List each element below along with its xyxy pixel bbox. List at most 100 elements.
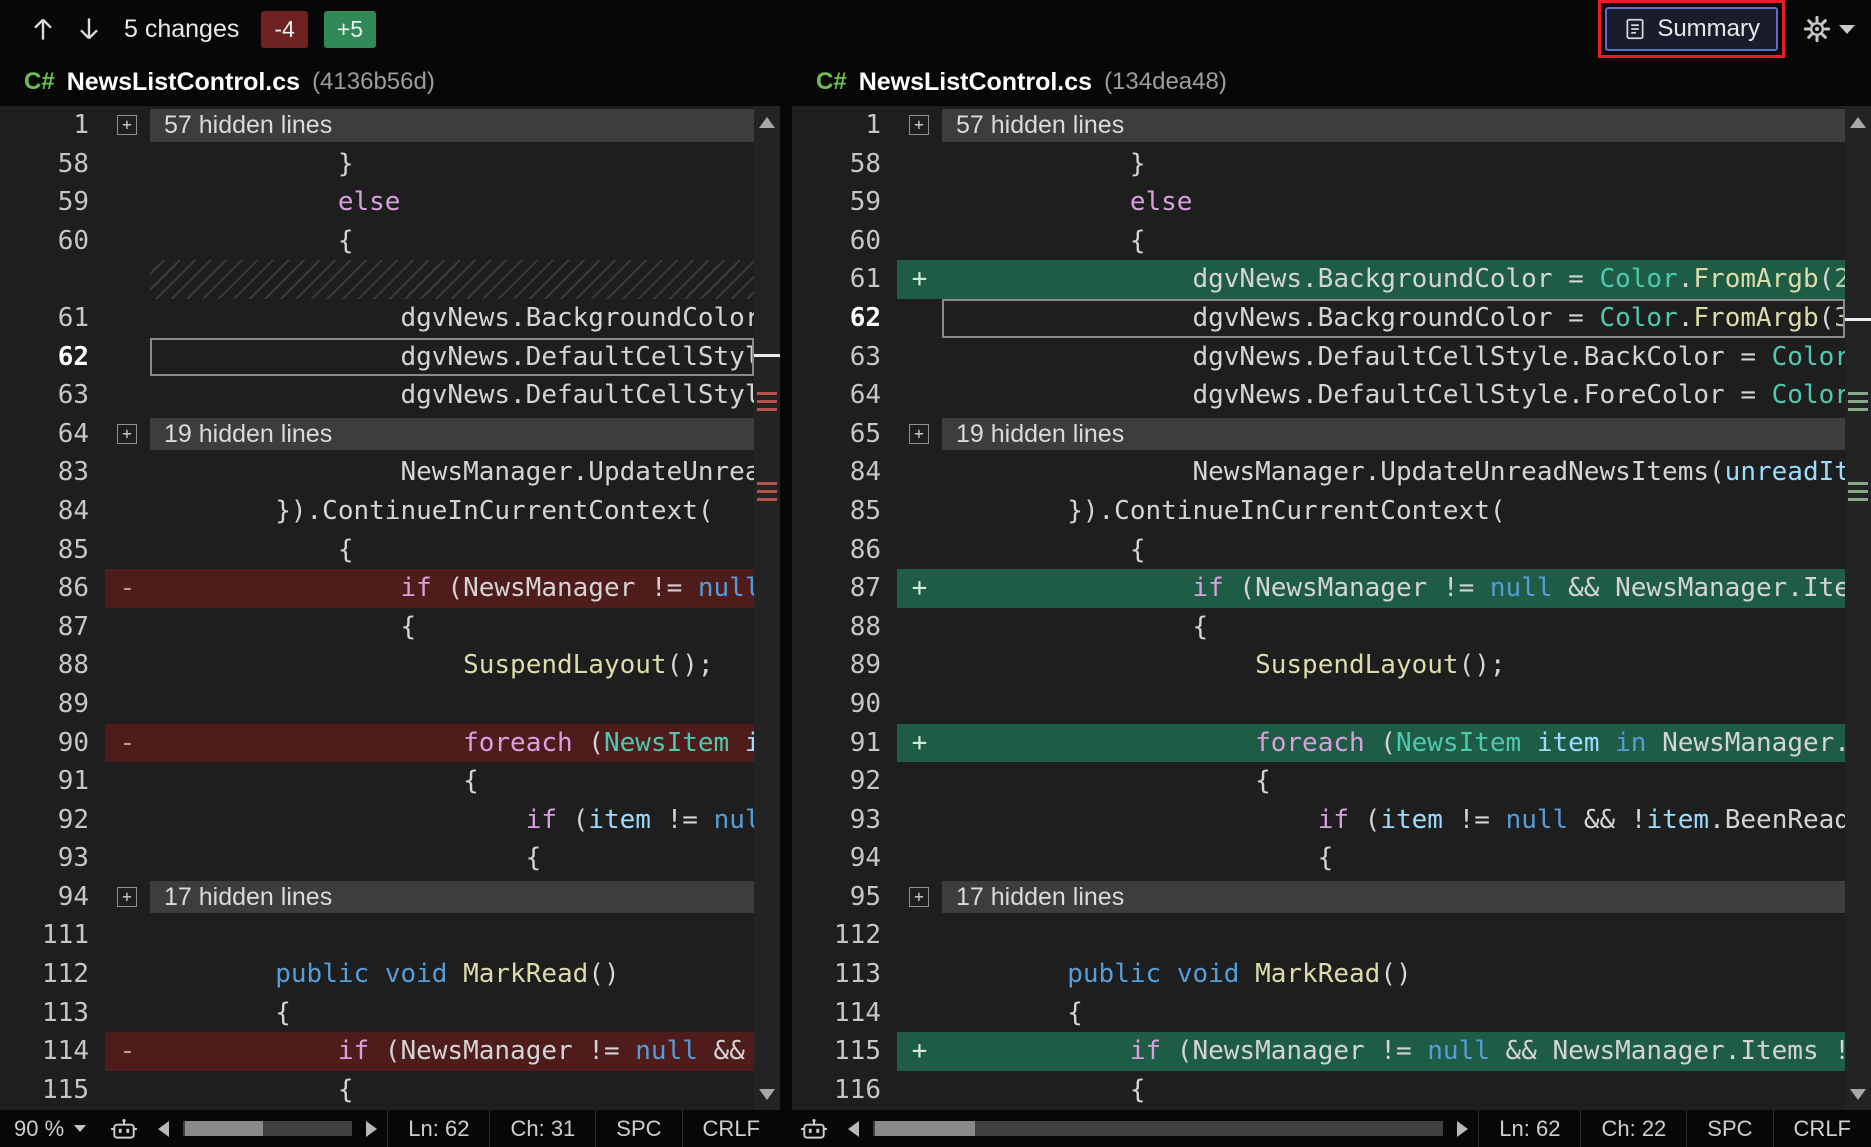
code-line[interactable]: { — [150, 1071, 754, 1110]
expand-region-gutter[interactable]: + — [105, 106, 150, 145]
hscroll-left-arrow-icon[interactable] — [848, 1121, 859, 1137]
code-line[interactable]: public void MarkRead() — [942, 955, 1845, 994]
code-line[interactable]: }).ContinueInCurrentContext( — [150, 492, 754, 531]
expand-region-gutter[interactable]: + — [897, 878, 942, 917]
hidden-lines-bar[interactable]: 57 hidden lines — [942, 109, 1845, 142]
code-line[interactable]: } — [942, 145, 1845, 184]
expand-icon[interactable]: + — [117, 115, 137, 135]
code-line[interactable] — [150, 685, 754, 724]
code-line[interactable]: else — [942, 183, 1845, 222]
code-line[interactable]: dgvNews.BackgroundColor = Color.FromArgb… — [942, 299, 1845, 338]
line-ending-indicator[interactable]: CRLF — [682, 1110, 780, 1147]
whitespace-mode-indicator[interactable]: SPC — [1686, 1110, 1772, 1147]
change-marker — [757, 408, 777, 411]
hidden-lines-bar[interactable]: 17 hidden lines — [150, 881, 754, 914]
hidden-lines-bar[interactable]: 19 hidden lines — [150, 418, 754, 451]
expand-region-gutter[interactable]: + — [897, 106, 942, 145]
previous-change-button[interactable] — [20, 6, 66, 52]
code-editor-left[interactable]: 1+57 hidden lines58 }59 else60 {61 dgvNe… — [0, 106, 754, 1110]
line-indicator[interactable]: Ln: 62 — [387, 1110, 489, 1147]
vertical-scrollbar-right[interactable] — [1845, 106, 1871, 1110]
vertical-scrollbar-left[interactable] — [754, 106, 780, 1110]
hscroll-right-arrow-icon[interactable] — [1457, 1121, 1468, 1137]
whitespace-mode-indicator[interactable]: SPC — [595, 1110, 681, 1147]
settings-gear-icon[interactable] — [1803, 15, 1831, 43]
scroll-down-arrow-icon[interactable] — [1845, 1081, 1871, 1107]
code-line[interactable]: if (item != null && !item.BeenRead) — [150, 801, 754, 840]
line-ending-indicator[interactable]: CRLF — [1773, 1110, 1871, 1147]
expand-icon[interactable]: + — [117, 887, 137, 907]
code-line[interactable]: { — [942, 839, 1845, 878]
code-line[interactable] — [150, 916, 754, 955]
code-line[interactable]: dgvNews.DefaultCellStyle.BackColor = Col… — [150, 338, 754, 377]
code-line[interactable]: if (NewsManager != null) — [150, 569, 754, 608]
code-line[interactable]: NewsManager.UpdateUnreadNewsItems(unread… — [150, 453, 754, 492]
code-line[interactable]: NewsManager.UpdateUnreadNewsItems(unread… — [942, 453, 1845, 492]
code-line[interactable]: else — [150, 183, 754, 222]
next-change-button[interactable] — [66, 6, 112, 52]
code-line[interactable]: foreach (NewsItem item in items) — [150, 724, 754, 763]
code-line[interactable]: { — [150, 531, 754, 570]
code-line[interactable]: dgvNews.BackgroundColor = Color.FromArgb… — [942, 260, 1845, 299]
hidden-lines-bar[interactable]: 17 hidden lines — [942, 881, 1845, 914]
code-editor-right[interactable]: 1+57 hidden lines58 }59 else60 {61+ dgvN… — [792, 106, 1845, 1110]
code-line[interactable]: if (NewsManager != null && NewsItems.Cou… — [150, 1032, 754, 1071]
code-line[interactable]: { — [150, 222, 754, 261]
code-line[interactable]: SuspendLayout(); — [942, 646, 1845, 685]
summary-button[interactable]: Summary — [1605, 7, 1778, 51]
hscroll-left-arrow-icon[interactable] — [158, 1121, 169, 1137]
horizontal-scrollbar-left[interactable] — [183, 1121, 352, 1136]
scroll-down-arrow-icon[interactable] — [754, 1081, 780, 1107]
scroll-up-arrow-icon[interactable] — [754, 109, 780, 135]
code-line[interactable]: } — [150, 145, 754, 184]
code-line[interactable]: if (NewsManager != null && NewsManager.I… — [942, 1032, 1845, 1071]
code-line[interactable]: { — [942, 994, 1845, 1033]
hscroll-right-arrow-icon[interactable] — [366, 1121, 377, 1137]
hscroll-thumb[interactable] — [875, 1121, 975, 1136]
expand-icon[interactable]: + — [117, 424, 137, 444]
char-indicator[interactable]: Ch: 31 — [489, 1110, 595, 1147]
code-line[interactable]: dgvNews.DefaultCellStyle.ForeColor = Col… — [150, 376, 754, 415]
code-line[interactable]: { — [942, 608, 1845, 647]
pane-divider[interactable] — [780, 58, 792, 1147]
code-line[interactable]: SuspendLayout(); — [150, 646, 754, 685]
code-line[interactable]: { — [150, 762, 754, 801]
code-line[interactable] — [942, 685, 1845, 724]
code-line[interactable]: { — [942, 1071, 1845, 1110]
file-header-right: C# NewsListControl.cs (134dea48) — [792, 58, 1871, 106]
expand-region-gutter[interactable]: + — [105, 878, 150, 917]
code-line[interactable]: dgvNews.DefaultCellStyle.BackColor = Col… — [942, 338, 1845, 377]
expand-region-gutter[interactable]: + — [897, 415, 942, 454]
hscroll-thumb[interactable] — [185, 1121, 263, 1136]
line-indicator[interactable]: Ln: 62 — [1478, 1110, 1580, 1147]
code-line[interactable]: { — [150, 994, 754, 1033]
code-line[interactable]: { — [942, 222, 1845, 261]
char-indicator[interactable]: Ch: 22 — [1580, 1110, 1686, 1147]
code-line[interactable]: if (NewsManager != null && NewsManager.I… — [942, 569, 1845, 608]
code-line[interactable]: public void MarkRead() — [150, 955, 754, 994]
code-line[interactable]: { — [942, 531, 1845, 570]
code-line[interactable]: dgvNews.DefaultCellStyle.ForeColor = Col… — [942, 376, 1845, 415]
expand-icon[interactable]: + — [909, 115, 929, 135]
code-line[interactable]: }).ContinueInCurrentContext( — [942, 492, 1845, 531]
copilot-robot-icon[interactable] — [800, 1118, 828, 1140]
expand-icon[interactable]: + — [909, 887, 929, 907]
hidden-lines-bar[interactable]: 19 hidden lines — [942, 418, 1845, 451]
zoom-dropdown[interactable]: 90 % — [0, 1110, 100, 1147]
code-line[interactable] — [942, 916, 1845, 955]
hidden-lines-bar[interactable]: 57 hidden lines — [150, 109, 754, 142]
code-line[interactable]: { — [942, 762, 1845, 801]
copilot-robot-icon[interactable] — [110, 1118, 138, 1140]
expand-region-gutter[interactable]: + — [105, 415, 150, 454]
code-line[interactable]: if (item != null && !item.BeenRead) — [942, 801, 1845, 840]
code-line[interactable]: { — [150, 839, 754, 878]
code-line[interactable]: foreach (NewsItem item in NewsManager.It… — [942, 724, 1845, 763]
settings-dropdown-caret-icon[interactable] — [1839, 25, 1855, 34]
expand-icon[interactable]: + — [909, 424, 929, 444]
scroll-up-arrow-icon[interactable] — [1845, 109, 1871, 135]
annotation-highlight-box: Summary — [1598, 0, 1785, 58]
code-line[interactable]: dgvNews.BackgroundColor = Color.FromArgb… — [150, 299, 754, 338]
horizontal-scrollbar-right[interactable] — [873, 1121, 1443, 1136]
code-line[interactable]: { — [150, 608, 754, 647]
arrow-up-icon — [27, 13, 59, 45]
